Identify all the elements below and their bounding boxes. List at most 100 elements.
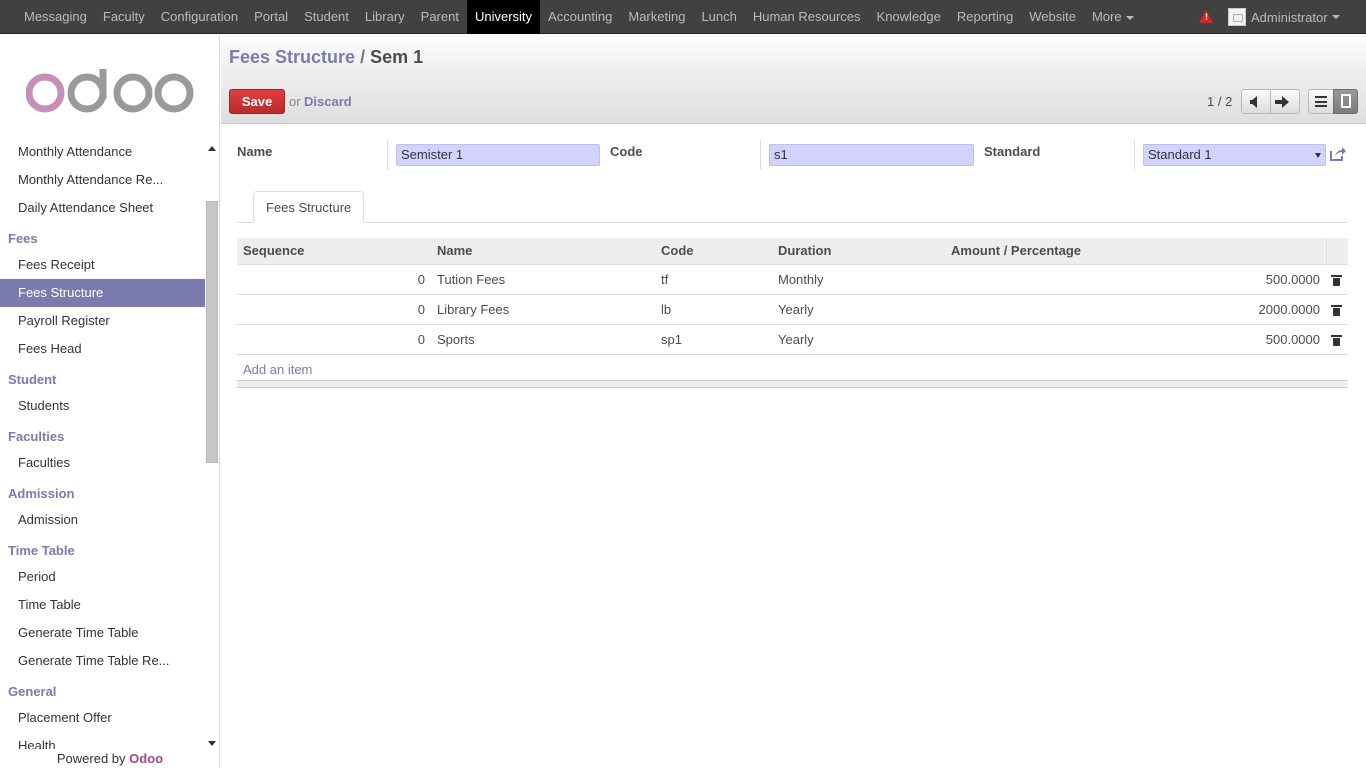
- column-header-duration[interactable]: Duration: [772, 238, 945, 265]
- save-button[interactable]: Save: [229, 89, 285, 114]
- sidebar-section-admission: Admission: [8, 486, 75, 501]
- alert-icon[interactable]: !: [1199, 10, 1213, 23]
- column-header-name[interactable]: Name: [431, 238, 655, 265]
- cell-amount: 500.0000: [945, 324, 1326, 355]
- sidebar-item-placement-offer[interactable]: Placement Offer: [0, 704, 205, 732]
- sidebar: Monthly Attendance Monthly Attendance Re…: [0, 35, 220, 768]
- arrow-right-icon: [1275, 96, 1289, 108]
- topmenu-knowledge[interactable]: Knowledge: [869, 0, 949, 34]
- sidebar-item-period[interactable]: Period: [0, 563, 205, 591]
- powered-by-text: Powered by: [56, 751, 126, 766]
- avatar: [1228, 8, 1246, 26]
- pager-next-button[interactable]: [1270, 89, 1300, 114]
- cell-name: Tution Fees: [431, 264, 655, 295]
- list-view-button[interactable]: [1308, 89, 1334, 114]
- code-input[interactable]: s1: [769, 144, 974, 166]
- topmenu-website[interactable]: Website: [1021, 0, 1084, 34]
- sidebar-section-fees: Fees: [8, 231, 38, 246]
- trash-icon[interactable]: [1331, 274, 1342, 286]
- topmenu-student[interactable]: Student: [296, 0, 357, 34]
- powered-by: Powered by Odoo: [0, 749, 219, 768]
- column-header-actions: [1325, 238, 1348, 265]
- topmenu-reporting[interactable]: Reporting: [949, 0, 1021, 34]
- caret-down-icon: [1331, 15, 1340, 19]
- add-item-link[interactable]: Add an item: [243, 362, 312, 377]
- sidebar-item-time-table[interactable]: Time Table: [0, 591, 205, 619]
- standard-select[interactable]: Standard 1: [1143, 144, 1326, 166]
- column-header-amount[interactable]: Amount / Percentage: [945, 238, 1326, 265]
- topmenu-lunch[interactable]: Lunch: [693, 0, 744, 34]
- table-footer: [237, 380, 1348, 388]
- topmenu-messaging[interactable]: Messaging: [16, 0, 95, 34]
- field-separator: [387, 140, 388, 170]
- cell-code: lb: [655, 294, 772, 325]
- sidebar-item-fees-receipt[interactable]: Fees Receipt: [0, 251, 205, 279]
- sidebar-item-faculties[interactable]: Faculties: [0, 449, 205, 477]
- standard-select-value: Standard 1: [1148, 147, 1212, 162]
- sidebar-item-monthly-attendance-report[interactable]: Monthly Attendance Re...: [0, 166, 205, 194]
- scrollbar-thumb[interactable]: [206, 201, 218, 463]
- sidebar-item-generate-time-table[interactable]: Generate Time Table: [0, 619, 205, 647]
- standard-label: Standard: [984, 144, 1041, 159]
- topmenu-portal[interactable]: Portal: [246, 0, 296, 34]
- topmenu-more[interactable]: More: [1084, 0, 1142, 34]
- sidebar-item-monthly-attendance[interactable]: Monthly Attendance: [0, 138, 205, 166]
- sidebar-item-fees-head[interactable]: Fees Head: [0, 335, 205, 363]
- sidebar-item-daily-attendance-sheet[interactable]: Daily Attendance Sheet: [0, 194, 205, 222]
- cell-sequence: 0: [237, 294, 431, 325]
- trash-icon[interactable]: [1331, 334, 1342, 346]
- cell-delete: [1326, 264, 1348, 295]
- discard-button[interactable]: Discard: [304, 94, 352, 109]
- topmenu-parent[interactable]: Parent: [413, 0, 467, 34]
- external-link-icon[interactable]: [1329, 146, 1347, 162]
- caret-down-icon: [1125, 15, 1134, 20]
- cell-name: Sports: [431, 324, 655, 355]
- sidebar-item-students[interactable]: Students: [0, 392, 205, 420]
- pager-previous-button[interactable]: [1241, 89, 1271, 114]
- code-label: Code: [610, 144, 643, 159]
- dropdown-caret-icon: [1315, 153, 1321, 158]
- pager-value: 1 / 2: [1207, 94, 1233, 109]
- cell-sequence: 0: [237, 264, 431, 295]
- scroll-up-icon[interactable]: [208, 146, 216, 151]
- topmenu-human-resources[interactable]: Human Resources: [745, 0, 869, 34]
- table-row[interactable]: 0 Sports sp1 Yearly 500.0000: [237, 324, 1348, 355]
- name-input[interactable]: Semister 1: [396, 144, 600, 166]
- scroll-down-icon[interactable]: [208, 741, 216, 746]
- sidebar-section-time-table: Time Table: [8, 543, 75, 558]
- sidebar-item-admission[interactable]: Admission: [0, 506, 205, 534]
- table-row[interactable]: 0 Library Fees lb Yearly 2000.0000: [237, 294, 1348, 325]
- or-text: or: [289, 94, 301, 109]
- form-icon: [1341, 94, 1351, 108]
- control-panel: Fees Structure / Sem 1 Save or Discard 1…: [221, 35, 1366, 124]
- topmenu-more-label: More: [1091, 9, 1122, 24]
- powered-by-brand-link[interactable]: Odoo: [129, 751, 163, 766]
- topmenu-faculty[interactable]: Faculty: [95, 0, 153, 34]
- table-header-row: Sequence Name Code Duration Amount / Per…: [237, 238, 1348, 265]
- sidebar-menu: Monthly Attendance Monthly Attendance Re…: [0, 138, 205, 760]
- top-menu: Messaging Faculty Configuration Portal S…: [16, 0, 1142, 34]
- trash-icon[interactable]: [1331, 304, 1342, 316]
- column-header-code[interactable]: Code: [655, 238, 772, 265]
- cell-amount: 2000.0000: [945, 294, 1326, 325]
- sidebar-item-generate-time-table-report[interactable]: Generate Time Table Re...: [0, 647, 205, 675]
- breadcrumb-parent-link[interactable]: Fees Structure: [229, 47, 355, 67]
- tab-fees-structure[interactable]: Fees Structure: [253, 191, 365, 223]
- topmenu-library[interactable]: Library: [357, 0, 413, 34]
- form-view-button[interactable]: [1333, 89, 1358, 114]
- sidebar-item-fees-structure[interactable]: Fees Structure: [0, 279, 205, 307]
- topmenu-university[interactable]: University: [466, 0, 541, 34]
- sidebar-section-student: Student: [8, 372, 57, 387]
- list-icon: [1315, 96, 1327, 107]
- column-header-sequence[interactable]: Sequence: [237, 238, 431, 265]
- table-row[interactable]: 0 Tution Fees tf Monthly 500.0000: [237, 264, 1348, 295]
- sidebar-scrollbar[interactable]: [205, 138, 219, 750]
- topmenu-marketing[interactable]: Marketing: [620, 0, 693, 34]
- top-navbar: Messaging Faculty Configuration Portal S…: [0, 0, 1366, 34]
- odoo-logo: [26, 69, 194, 113]
- user-menu[interactable]: Administrator: [1228, 0, 1340, 34]
- topmenu-accounting[interactable]: Accounting: [540, 0, 620, 34]
- cell-duration: Yearly: [772, 324, 945, 355]
- sidebar-item-payroll-register[interactable]: Payroll Register: [0, 307, 205, 335]
- topmenu-configuration[interactable]: Configuration: [153, 0, 246, 34]
